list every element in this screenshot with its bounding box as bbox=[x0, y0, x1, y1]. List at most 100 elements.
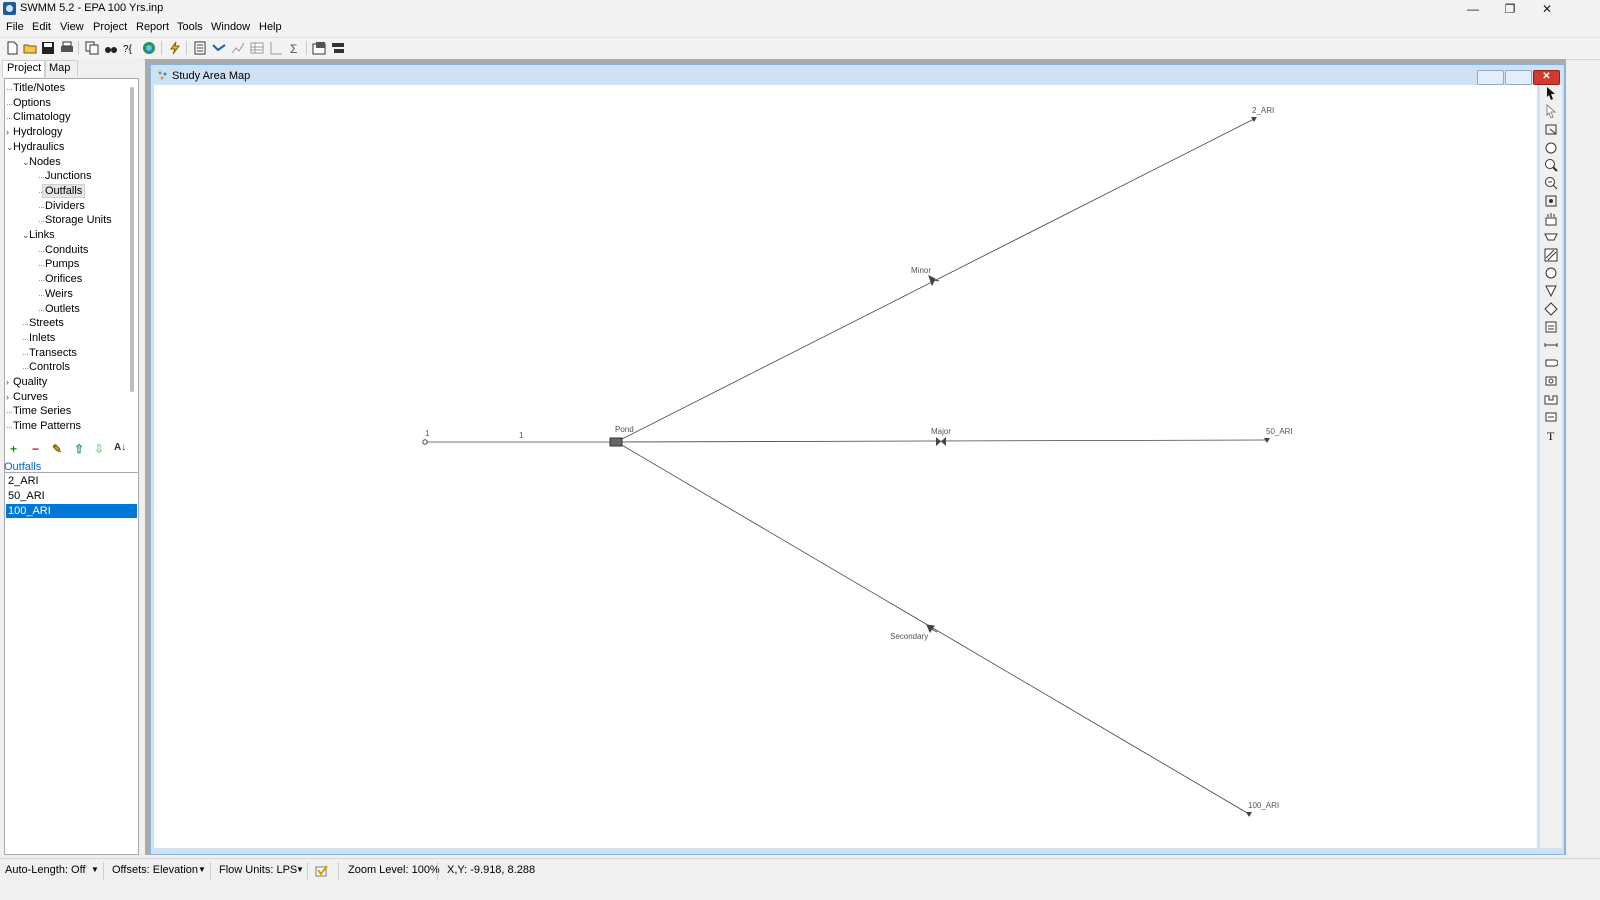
junction-node[interactable] bbox=[422, 439, 428, 445]
add-text-label-icon[interactable]: T bbox=[1544, 428, 1558, 442]
menu-edit[interactable]: Edit bbox=[32, 21, 51, 33]
tree-item-streets[interactable]: Streets bbox=[29, 317, 64, 329]
add-orifice-icon[interactable] bbox=[1544, 374, 1558, 388]
add-outlet-icon[interactable] bbox=[1544, 410, 1558, 424]
minor-link-marker-icon[interactable] bbox=[928, 275, 940, 287]
tree-item-junctions[interactable]: Junctions bbox=[45, 170, 91, 182]
map-close-button[interactable]: ✕ bbox=[1533, 70, 1560, 85]
tree-item-curves[interactable]: Curves bbox=[13, 391, 48, 403]
menu-window[interactable]: Window bbox=[211, 21, 250, 33]
add-pump-icon[interactable] bbox=[1544, 356, 1558, 370]
zoom-out-icon[interactable] bbox=[1544, 176, 1558, 190]
profile-plot-icon[interactable] bbox=[212, 41, 226, 55]
outfall-2-ari-icon[interactable] bbox=[1251, 117, 1257, 122]
menu-help[interactable]: Help bbox=[259, 21, 282, 33]
scatter-plot-icon[interactable] bbox=[269, 41, 283, 55]
pan-icon[interactable] bbox=[1544, 140, 1558, 154]
move-down-button[interactable]: ⇩ bbox=[94, 442, 104, 456]
add-divider-icon[interactable] bbox=[1544, 302, 1558, 316]
map-globe-icon[interactable] bbox=[142, 41, 156, 55]
tree-item-hydraulics[interactable]: Hydraulics bbox=[13, 141, 64, 153]
add-weir-icon[interactable] bbox=[1544, 392, 1558, 406]
tree-expander-icon[interactable]: › bbox=[6, 377, 9, 387]
move-up-button[interactable]: ⇧ bbox=[74, 442, 84, 456]
tree-item-conduits[interactable]: Conduits bbox=[45, 244, 88, 256]
tree-item-time-series[interactable]: Time Series bbox=[13, 405, 71, 417]
network-map[interactable]: 1 1 Pond Minor Major Secondary 2_ARI 50_… bbox=[154, 85, 1537, 848]
menu-project[interactable]: Project bbox=[93, 21, 127, 33]
menu-view[interactable]: View bbox=[60, 21, 84, 33]
tree-expander-icon[interactable]: › bbox=[6, 127, 9, 137]
add-rain-gage-icon[interactable] bbox=[1544, 212, 1558, 226]
tree-item-pumps[interactable]: Pumps bbox=[45, 258, 79, 270]
arrange-windows-icon[interactable] bbox=[331, 41, 345, 55]
map-canvas[interactable]: 1 1 Pond Minor Major Secondary 2_ARI 50_… bbox=[154, 85, 1537, 848]
tree-item-nodes[interactable]: Nodes bbox=[29, 156, 61, 168]
outfall-100-ari-icon[interactable] bbox=[1246, 812, 1252, 817]
select-region-icon[interactable] bbox=[1544, 122, 1558, 136]
map-window-caption[interactable]: Study Area Map ✕ bbox=[151, 65, 1564, 86]
outfall-50-ari-icon[interactable] bbox=[1264, 438, 1270, 443]
add-conduit-icon[interactable] bbox=[1544, 338, 1558, 352]
tree-item-dividers[interactable]: Dividers bbox=[45, 200, 85, 212]
full-extent-icon[interactable] bbox=[1544, 194, 1558, 208]
select-object-icon[interactable] bbox=[1544, 86, 1558, 100]
tree-item-orifices[interactable]: Orifices bbox=[45, 273, 82, 285]
map-minimize-button[interactable] bbox=[1477, 70, 1504, 85]
menu-file[interactable]: File bbox=[6, 21, 24, 33]
auto-length-status[interactable]: Auto-Length: Off bbox=[5, 864, 86, 876]
tree-item-weirs[interactable]: Weirs bbox=[45, 288, 73, 300]
flow-units-status[interactable]: Flow Units: LPS bbox=[219, 864, 297, 876]
tree-item-outfalls[interactable]: Outfalls bbox=[41, 183, 86, 198]
tree-item-transects[interactable]: Transects bbox=[29, 347, 77, 359]
select-vertex-icon[interactable] bbox=[1544, 104, 1558, 118]
time-series-plot-icon[interactable] bbox=[231, 41, 245, 55]
map-maximize-button[interactable] bbox=[1505, 70, 1532, 85]
tree-item-links[interactable]: Links bbox=[29, 229, 55, 241]
auto-length-dropdown-icon[interactable]: ▼ bbox=[91, 865, 99, 874]
query-icon[interactable]: ?{ bbox=[123, 41, 137, 55]
delete-object-button[interactable]: − bbox=[32, 442, 39, 456]
tree-item-title-notes[interactable]: Title/Notes bbox=[13, 82, 65, 94]
offsets-status[interactable]: Offsets: Elevation bbox=[112, 864, 198, 876]
tab-project[interactable]: Project bbox=[2, 60, 46, 77]
tree-item-hydrology[interactable]: Hydrology bbox=[13, 126, 63, 138]
table-icon[interactable] bbox=[250, 41, 264, 55]
close-button[interactable]: ✕ bbox=[1524, 0, 1570, 18]
zoom-in-icon[interactable] bbox=[1544, 158, 1558, 172]
add-junction-icon[interactable] bbox=[1544, 248, 1558, 262]
run-simulation-icon[interactable] bbox=[168, 41, 182, 55]
tree-item-time-patterns[interactable]: Time Patterns bbox=[13, 420, 81, 432]
secondary-link-marker-icon[interactable] bbox=[926, 624, 938, 634]
add-outfall-icon[interactable] bbox=[1544, 284, 1558, 298]
add-storage-unit-icon[interactable] bbox=[1544, 320, 1558, 334]
pond-storage-node[interactable] bbox=[609, 437, 623, 447]
tree-item-controls[interactable]: Controls bbox=[29, 361, 70, 373]
tree-item-storage-units[interactable]: Storage Units bbox=[45, 214, 112, 226]
secondary-orifice-link[interactable] bbox=[619, 443, 1250, 815]
list-item-selected[interactable]: 100_ARI bbox=[6, 504, 137, 518]
tree-item-inlets[interactable]: Inlets bbox=[29, 332, 55, 344]
minor-orifice-link[interactable] bbox=[619, 118, 1255, 441]
open-folder-icon[interactable] bbox=[23, 41, 37, 55]
save-icon[interactable] bbox=[41, 41, 55, 55]
statistics-icon[interactable]: Σ bbox=[288, 41, 302, 55]
print-icon[interactable] bbox=[60, 41, 74, 55]
flow-units-dropdown-icon[interactable]: ▼ bbox=[296, 865, 304, 874]
tree-item-quality[interactable]: Quality bbox=[13, 376, 47, 388]
report-icon[interactable] bbox=[193, 41, 207, 55]
menu-tools[interactable]: Tools bbox=[177, 21, 203, 33]
add-object-button[interactable]: + bbox=[10, 442, 17, 456]
copy-icon[interactable] bbox=[85, 41, 99, 55]
find-icon[interactable] bbox=[104, 41, 118, 55]
list-item[interactable]: 2_ARI bbox=[6, 474, 137, 488]
menu-report[interactable]: Report bbox=[136, 21, 169, 33]
tree-expander-icon[interactable]: › bbox=[6, 392, 9, 402]
sort-button[interactable]: A↓ bbox=[114, 442, 126, 453]
add-subcatchment-icon[interactable] bbox=[1544, 230, 1558, 244]
weir-marker-icon[interactable] bbox=[936, 437, 946, 446]
edit-object-button[interactable]: ✎ bbox=[52, 442, 62, 456]
tree-item-climatology[interactable]: Climatology bbox=[13, 111, 70, 123]
tab-map[interactable]: Map bbox=[44, 60, 78, 77]
add-outfall-circle-icon[interactable] bbox=[1544, 266, 1558, 280]
